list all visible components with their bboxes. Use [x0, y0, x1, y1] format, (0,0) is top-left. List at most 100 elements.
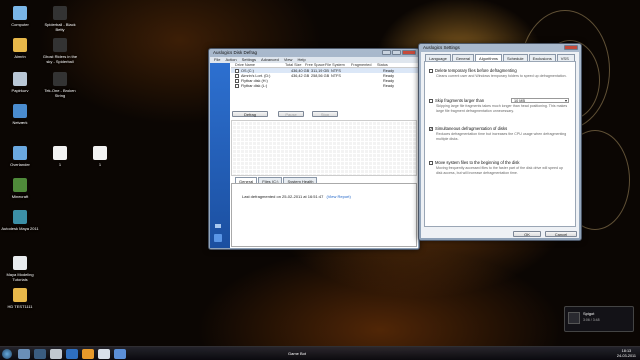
desktop-icon[interactable]: Computer — [0, 6, 40, 27]
option-group: Delete temporary files before defragment… — [429, 68, 569, 79]
desktop-icon[interactable]: HD TEST1111 — [0, 288, 40, 309]
column-header[interactable]: Fragmented — [351, 63, 377, 67]
shortcut-icon — [13, 38, 27, 52]
option-checkbox[interactable] — [429, 98, 433, 103]
defrag-task-icon[interactable] — [114, 349, 126, 359]
desktop-icon[interactable]: Maya Modeling Tutorials — [0, 256, 40, 282]
desktop-icon[interactable]: Minecraft — [0, 178, 40, 199]
start-button[interactable] — [2, 349, 12, 359]
column-header[interactable]: Drive Name — [235, 63, 285, 67]
left-panel — [210, 63, 230, 248]
option-checkbox[interactable] — [429, 68, 433, 73]
media-thumbnail[interactable]: Spigot 3:06 / 3:48 — [564, 306, 634, 332]
desktop-icon[interactable]: Spiderball - Black Betty — [40, 6, 80, 32]
shortcut-icon — [53, 72, 67, 86]
desktop-icon[interactable]: 1 — [40, 146, 80, 167]
option-description: Cleans current user and Windows temporar… — [436, 74, 567, 78]
steam-icon[interactable] — [34, 349, 46, 359]
active-task-label[interactable]: Game Bot — [288, 351, 306, 356]
option-group: ✔ Simultaneous defragmentation of disks Re… — [429, 126, 569, 141]
settings-body: Language General Algorithms Schedule Exclusi… — [421, 52, 579, 238]
drive-cell: NTFS — [331, 68, 341, 73]
shortcut-icon — [53, 38, 67, 52]
ok-button[interactable]: OK — [513, 231, 541, 237]
drive-cell: Ready — [383, 68, 394, 73]
drive-cell: 311,19 GB — [311, 68, 329, 73]
app-logo-icon — [214, 234, 222, 242]
maximize-button[interactable] — [392, 50, 401, 55]
defrag-window: Auslogics Disk Defrag File Action Settings… — [208, 48, 420, 250]
folder-icon[interactable] — [98, 349, 110, 359]
defrag-window-body: File Action Settings Advanced View Help Drive… — [210, 57, 418, 248]
drive-cell: 436,42 GB — [291, 73, 310, 78]
option-label[interactable]: Skip fragments larger than — [435, 98, 484, 103]
drive-cell: Ready — [383, 78, 394, 83]
drive-checkbox[interactable] — [235, 73, 239, 78]
media-time: 3:06 / 3:48 — [583, 318, 600, 322]
messenger-icon[interactable] — [66, 349, 78, 359]
column-header[interactable]: File System — [325, 63, 351, 67]
drive-row[interactable]: Aimrin's Lort. (D:) 436,42 GB 258,56 GB NTF… — [231, 73, 418, 78]
close-button[interactable] — [402, 50, 416, 55]
option-group: Move system files to the beginning of th… — [429, 160, 569, 175]
drive-cell: 258,56 GB — [311, 73, 330, 78]
drive-checkbox[interactable] — [235, 78, 239, 83]
info-icon[interactable] — [215, 224, 221, 228]
drive-row[interactable]: Flytbar disk (L:) Ready — [231, 83, 418, 88]
drive-cell: Ready — [383, 83, 394, 88]
general-tab-panel: Last defragmented on 25-02-2011 at 16:51… — [231, 183, 417, 247]
explorer-icon[interactable] — [18, 349, 30, 359]
cancel-button[interactable]: Cancel — [545, 231, 577, 237]
shortcut-icon — [13, 104, 27, 118]
desktop: Computer Aimrin Papirkurv Netværk Overlander… — [0, 0, 640, 360]
option-checkbox[interactable]: ✔ — [429, 126, 433, 131]
desktop-icon[interactable]: Papirkurv — [0, 72, 40, 93]
desktop-icon[interactable]: Overlander — [0, 146, 40, 167]
clock[interactable]: 18:13 24-03-2011 — [617, 349, 636, 358]
drive-checkbox[interactable] — [235, 68, 239, 73]
desktop-icon-label: Netværk — [12, 120, 28, 125]
column-header[interactable]: Status — [377, 63, 395, 67]
shortcut-icon — [93, 146, 107, 160]
pause-button[interactable]: Pause — [278, 111, 304, 117]
last-defrag-text: Last defragmented on 25-02-2011 at 16:51… — [242, 194, 324, 199]
taskbar: Game Bot 18:13 24-03-2011 — [0, 346, 640, 360]
shortcut-icon — [13, 146, 27, 160]
option-label[interactable]: Simultaneous defragmentation of disks — [435, 126, 507, 131]
column-header[interactable]: Free Space — [305, 63, 325, 67]
option-label[interactable]: Delete temporary files before defragment… — [435, 68, 517, 73]
option-description: Moving frequently accessed files to the … — [436, 166, 564, 175]
option-group: Skip fragments larger than 10 MB ▾ Skipping… — [429, 98, 569, 113]
option-label[interactable]: Move system files to the beginning of th… — [435, 160, 520, 165]
app-icon[interactable] — [50, 349, 62, 359]
desktop-icon-label: Spiderball - Black Betty — [44, 22, 76, 32]
desktop-icon[interactable]: Netværk — [0, 104, 40, 125]
close-button[interactable] — [564, 45, 578, 50]
defrag-button[interactable]: Defrag — [232, 111, 268, 117]
clock-date: 24-03-2011 — [616, 353, 636, 358]
desktop-icon-label: Autodesk Maya 2011 — [1, 226, 39, 231]
shortcut-icon — [13, 178, 27, 192]
desktop-icon-label: 1 — [98, 162, 102, 167]
stop-button[interactable]: Stop — [312, 111, 338, 117]
desktop-icon[interactable]: 1 — [80, 146, 120, 167]
desktop-icon[interactable]: Autodesk Maya 2011 — [0, 210, 40, 231]
option-checkbox[interactable] — [429, 160, 433, 165]
shortcut-icon — [53, 6, 67, 20]
settings-dialog: Auslogics Settings Language General Algori… — [418, 43, 582, 241]
firefox-icon[interactable] — [82, 349, 94, 359]
drive-checkbox[interactable] — [235, 83, 239, 88]
drive-row[interactable]: OS (C:) 436,40 GB 311,19 GB NTFS Ready — [231, 68, 418, 73]
minimize-button[interactable] — [382, 50, 391, 55]
drive-cell: 436,40 GB — [291, 68, 310, 73]
size-select[interactable]: 10 MB ▾ — [511, 98, 569, 103]
desktop-icon-label: 1 — [58, 162, 62, 167]
desktop-icon[interactable]: Tek-One - Broken String — [40, 72, 80, 98]
drive-cell: OS (C:) — [241, 68, 254, 73]
cluster-map — [231, 120, 417, 176]
desktop-icon[interactable]: Ghost Riders in the sky - Spiderball — [40, 38, 80, 64]
column-header[interactable]: Total Size — [285, 63, 305, 67]
view-report-link[interactable]: (View Report) — [326, 194, 350, 199]
drive-cell: NTFS — [331, 73, 341, 78]
desktop-icon[interactable]: Aimrin — [0, 38, 40, 59]
